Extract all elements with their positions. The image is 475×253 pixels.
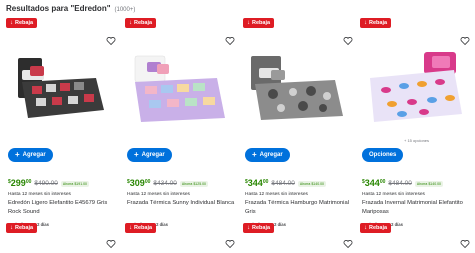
old-price: $484.00: [388, 180, 412, 187]
rebaja-badge: ↓ Rebaja: [243, 18, 275, 28]
old-price: $434.00: [153, 180, 177, 187]
savings-badge: Ahorra $140.00: [297, 181, 327, 187]
price-row: $344 00 $484.00 Ahorra $140.00: [245, 178, 327, 188]
plus-icon: +: [15, 150, 20, 159]
savings-badge: Ahorra $191.00: [60, 181, 90, 187]
installments-text: Hasta 12 meses sin intereses: [245, 192, 308, 197]
rebaja-badge: ↓ Rebaja: [6, 18, 38, 28]
product-image[interactable]: [245, 48, 349, 128]
add-to-cart-button[interactable]: + Agregar: [127, 148, 172, 162]
old-price: $484.00: [271, 180, 295, 187]
heart-icon[interactable]: [343, 239, 353, 249]
product-card[interactable]: ↓ Rebaja + 15 opciones Opciones $344 00 $4…: [360, 18, 472, 238]
current-price: $309 00: [127, 178, 151, 188]
product-name[interactable]: Frazada Térmica Hamburgo Matrimonial Gri…: [245, 199, 353, 217]
heart-icon[interactable]: [106, 36, 116, 46]
product-card[interactable]: ↓ Rebaja: [243, 223, 355, 253]
arrow-down-icon: ↓: [247, 20, 250, 26]
savings-badge: Ahorra $140.00: [414, 181, 444, 187]
results-count: (1000+): [114, 7, 136, 13]
arrow-down-icon: ↓: [10, 20, 13, 26]
add-to-cart-button[interactable]: + Agregar: [8, 148, 53, 162]
price-row: $299 00 $490.00 Ahorra $191.00: [8, 178, 90, 188]
rebaja-badge: ↓ Rebaja: [360, 223, 392, 233]
product-name[interactable]: Frazada Térmica Sunny Individual Blanca: [127, 199, 235, 208]
old-price: $490.00: [34, 180, 58, 187]
rebaja-badge: ↓ Rebaja: [125, 18, 157, 28]
arrow-down-icon: ↓: [247, 225, 250, 231]
arrow-down-icon: ↓: [129, 225, 132, 231]
current-price: $344 00: [362, 178, 386, 188]
options-count: + 15 opciones: [404, 138, 430, 143]
heart-icon[interactable]: [343, 36, 353, 46]
product-card[interactable]: ↓ Rebaja + Agregar $309 00 $434.00 Ahorra $…: [125, 18, 237, 238]
product-card[interactable]: ↓ Rebaja + Agregar $344 00 $484.00 Ahorra $…: [243, 18, 355, 238]
heart-icon[interactable]: [460, 36, 470, 46]
product-name[interactable]: Edredón Ligero Elefantito E45679 Gris Ro…: [8, 199, 116, 217]
results-header: Resultados para "Edredon" (1000+): [6, 4, 135, 16]
rebaja-badge: ↓ Rebaja: [125, 223, 157, 233]
installments-text: Hasta 12 meses sin intereses: [8, 192, 71, 197]
installments-text: Hasta 12 meses sin intereses: [362, 192, 425, 197]
product-card[interactable]: ↓ Rebaja: [125, 223, 237, 253]
price-row: $344 00 $484.00 Ahorra $140.00: [362, 178, 444, 188]
heart-icon[interactable]: [225, 239, 235, 249]
rebaja-badge: ↓ Rebaja: [6, 223, 38, 233]
heart-icon[interactable]: [225, 36, 235, 46]
price-row: $309 00 $434.00 Ahorra $125.00: [127, 178, 209, 188]
savings-badge: Ahorra $125.00: [179, 181, 209, 187]
plus-icon: +: [252, 150, 257, 159]
product-card[interactable]: ↓ Rebaja + Agregar $299 00 $490.00 Ahorra $…: [6, 18, 118, 238]
rebaja-badge: ↓ Rebaja: [360, 18, 392, 28]
product-card[interactable]: ↓ Rebaja: [360, 223, 472, 253]
heart-icon[interactable]: [460, 239, 470, 249]
results-title: Resultados para "Edredon": [6, 4, 111, 13]
arrow-down-icon: ↓: [364, 20, 367, 26]
rebaja-badge: ↓ Rebaja: [243, 223, 275, 233]
plus-icon: +: [134, 150, 139, 159]
installments-text: Hasta 12 meses sin intereses: [127, 192, 190, 197]
product-image[interactable]: [127, 48, 231, 128]
heart-icon[interactable]: [106, 239, 116, 249]
options-button[interactable]: Opciones: [362, 148, 404, 162]
product-image[interactable]: [8, 48, 112, 128]
arrow-down-icon: ↓: [10, 225, 13, 231]
current-price: $299 00: [8, 178, 32, 188]
product-image[interactable]: [362, 48, 466, 128]
add-to-cart-button[interactable]: + Agregar: [245, 148, 290, 162]
product-card[interactable]: ↓ Rebaja: [6, 223, 118, 253]
current-price: $344 00: [245, 178, 269, 188]
arrow-down-icon: ↓: [364, 225, 367, 231]
product-name[interactable]: Frazada Invernal Matrimonial Elefantito …: [362, 199, 470, 217]
arrow-down-icon: ↓: [129, 20, 132, 26]
